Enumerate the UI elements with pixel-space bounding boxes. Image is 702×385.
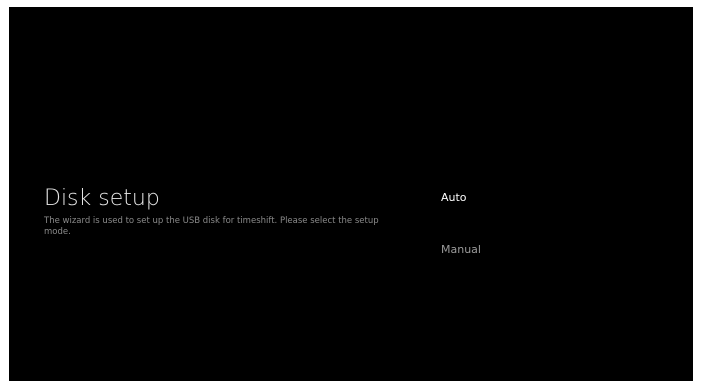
- setup-mode-options: Auto Manual: [441, 190, 641, 258]
- option-auto[interactable]: Auto: [441, 190, 641, 206]
- page-title: Disk setup: [44, 186, 160, 211]
- tv-screen: Disk setup The wizard is used to set up …: [9, 7, 693, 381]
- wizard-info-panel: Disk setup The wizard is used to set up …: [44, 186, 409, 238]
- option-manual[interactable]: Manual: [441, 242, 641, 258]
- page-description: The wizard is used to set up the USB dis…: [44, 216, 379, 237]
